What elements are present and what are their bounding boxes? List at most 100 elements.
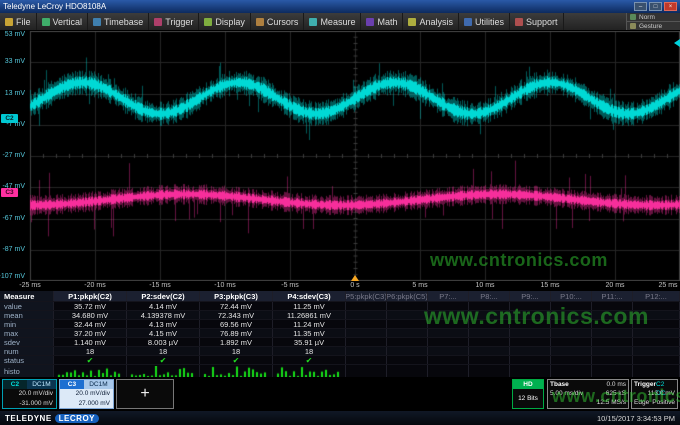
menu-item-analysis[interactable]: Analysis <box>403 13 459 30</box>
timebase-descriptor[interactable]: Tbase 0.0 ms 5.00 ms/div 625 kS 12.5 MS/… <box>547 379 629 409</box>
measure-status-p9 <box>510 356 551 364</box>
measure-col-header-p8[interactable]: P8:... <box>469 291 510 301</box>
measure-col-header-p10[interactable]: P10:... <box>551 291 592 301</box>
trigger-descriptor[interactable]: Trigger C2 DC 113.0 mV Edge Positive <box>631 379 678 409</box>
menu-item-file[interactable]: File <box>0 13 37 30</box>
measure-status-p3: ✔ <box>200 356 273 364</box>
timebase-delay: 0.0 ms <box>606 380 626 389</box>
trigger-type: Edge <box>634 398 649 407</box>
c2-coupling: DC1M <box>27 380 56 389</box>
x-axis-label: 0 s <box>350 282 359 289</box>
measure-histo-p1 <box>54 365 127 377</box>
measure-cell-sdev-p4: 35.91 µV <box>273 338 346 346</box>
histogram-sparkline <box>130 366 196 377</box>
measure-status-p6 <box>387 356 428 364</box>
measure-menu-icon <box>309 18 317 26</box>
menu-item-timebase[interactable]: Timebase <box>88 13 149 30</box>
trigger-level-marker[interactable] <box>674 39 680 47</box>
c2-position-marker[interactable]: C2 <box>1 114 18 123</box>
menu-item-utilities[interactable]: Utilities <box>459 13 510 30</box>
measure-col-header-p4[interactable]: P4:sdev(C3) <box>273 291 346 301</box>
measure-cell-min-p6 <box>387 320 428 328</box>
measure-row-label: num <box>0 347 54 355</box>
timebase-menu-icon <box>93 18 101 26</box>
measure-histo-p3 <box>200 365 273 377</box>
gesture-button[interactable]: Gesture <box>627 22 680 30</box>
measure-col-header-p9[interactable]: P9:... <box>510 291 551 301</box>
display-menu-icon <box>204 18 212 26</box>
measure-cell-num-p11 <box>592 347 633 355</box>
measure-col-header-p7[interactable]: P7:... <box>428 291 469 301</box>
y-axis-label: -87 mV <box>2 246 25 253</box>
y-axis-label: -107 mV <box>0 273 25 280</box>
measure-cell-num-p8 <box>469 347 510 355</box>
measure-cell-min-p9 <box>510 320 551 328</box>
window-title: Teledyne LeCroy HDO8108A <box>3 2 632 11</box>
menu-item-display[interactable]: Display <box>199 13 251 30</box>
measure-cell-value-p7 <box>428 302 469 310</box>
math-menu-icon <box>366 18 374 26</box>
x-axis-label: -10 ms <box>214 282 235 289</box>
measure-cell-max-p2: 4.15 mV <box>127 329 200 337</box>
measure-cell-max-p8 <box>469 329 510 337</box>
menu-item-trigger[interactable]: Trigger <box>149 13 199 30</box>
status-bar: TELEDYNE LECROY 10/15/2017 3:34:53 PM <box>0 411 680 425</box>
measure-cell-value-p10 <box>551 302 592 310</box>
measure-row-label: histo <box>0 365 54 377</box>
norm-button[interactable]: Norm <box>627 13 680 22</box>
measure-cell-value-p3: 72.44 mV <box>200 302 273 310</box>
minimize-button[interactable]: – <box>634 2 647 11</box>
utilities-menu-icon <box>464 18 472 26</box>
measure-cell-num-p6 <box>387 347 428 355</box>
support-menu-icon <box>515 18 523 26</box>
measure-cell-max-p1: 37.20 mV <box>54 329 127 337</box>
menu-item-math[interactable]: Math <box>361 13 403 30</box>
menu-item-support[interactable]: Support <box>510 13 564 30</box>
x-axis-label: 5 ms <box>412 282 427 289</box>
measure-cell-value-p6 <box>387 302 428 310</box>
menu-item-label: Timebase <box>104 17 143 27</box>
histogram-sparkline <box>276 366 342 377</box>
measure-status-p4: ✔ <box>273 356 346 364</box>
measure-cell-num-p5 <box>346 347 387 355</box>
file-menu-icon <box>5 18 13 26</box>
hd-mode-indicator[interactable]: HD 12 Bits <box>512 379 544 409</box>
close-button[interactable]: × <box>664 2 677 11</box>
add-trace-button[interactable]: + <box>116 379 174 409</box>
trigger-time-marker[interactable] <box>351 275 359 281</box>
measure-col-header-p11[interactable]: P11:... <box>592 291 633 301</box>
measure-cell-sdev-p11 <box>592 338 633 346</box>
measure-histo-p12 <box>633 365 680 377</box>
measure-col-header-p5[interactable]: P5:pkpk(C3) <box>346 291 387 301</box>
c3-position-marker[interactable]: C3 <box>1 188 18 197</box>
measure-cell-sdev-p7 <box>428 338 469 346</box>
y-axis-label: 33 mV <box>5 58 25 65</box>
measure-col-header-p1[interactable]: P1:pkpk(C2) <box>54 291 127 301</box>
channel-descriptor-c2[interactable]: C2 DC1M 20.0 mV/div -31.000 mV <box>2 379 57 409</box>
maximize-button[interactable]: □ <box>649 2 662 11</box>
menu-item-vertical[interactable]: Vertical <box>37 13 89 30</box>
menu-item-label: Utilities <box>475 17 504 27</box>
menu-item-cursors[interactable]: Cursors <box>251 13 305 30</box>
channel-descriptor-c3[interactable]: C3 DC1M 20.0 mV/div 27.000 mV <box>59 379 114 409</box>
measure-cell-min-p5 <box>346 320 387 328</box>
measure-col-header-p6[interactable]: P6:pkpk(C5) <box>387 291 428 301</box>
measure-status-p10 <box>551 356 592 364</box>
measure-cell-sdev-p2: 8.003 µV <box>127 338 200 346</box>
c2-offset: -31.000 mV <box>3 399 56 409</box>
measure-histo-p6 <box>387 365 428 377</box>
menu-item-measure[interactable]: Measure <box>304 13 361 30</box>
measure-col-header-p12[interactable]: P12:... <box>633 291 680 301</box>
trigger-level: 113.0 mV <box>648 389 675 398</box>
y-axis-label: -27 mV <box>2 152 25 159</box>
measure-cell-max-p9 <box>510 329 551 337</box>
norm-label: Norm <box>639 14 655 21</box>
waveform-display[interactable] <box>0 31 680 281</box>
x-axis-label: -5 ms <box>281 282 299 289</box>
measure-col-header-p2[interactable]: P2:sdev(C2) <box>127 291 200 301</box>
measure-row-label: mean <box>0 311 54 319</box>
measure-cell-value-p8 <box>469 302 510 310</box>
measure-cell-value-p2: 4.14 mV <box>127 302 200 310</box>
measure-cell-max-p11 <box>592 329 633 337</box>
measure-col-header-p3[interactable]: P3:pkpk(C3) <box>200 291 273 301</box>
